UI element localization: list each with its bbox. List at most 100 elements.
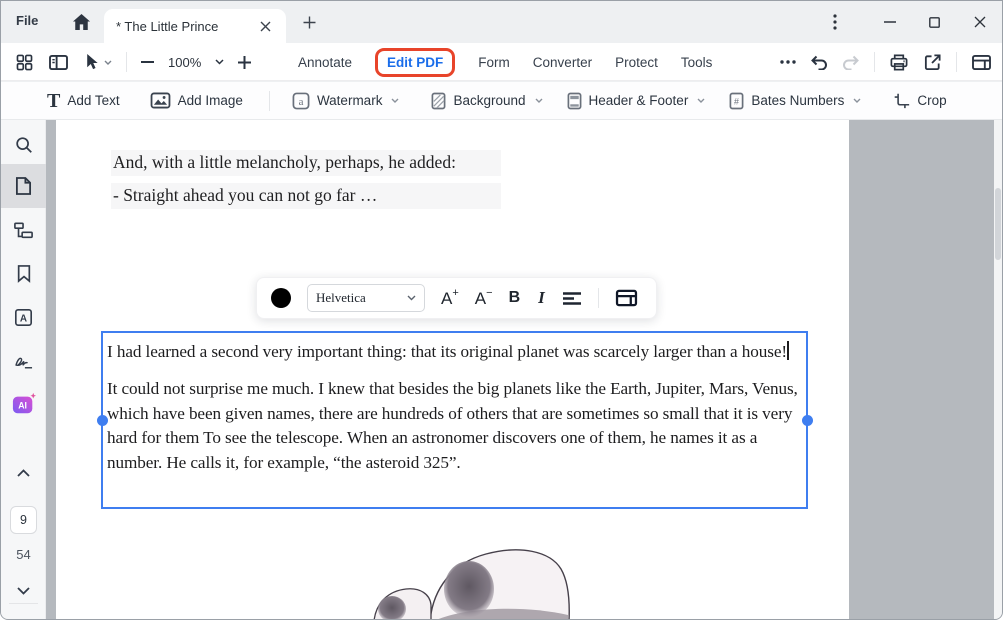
svg-text:a: a <box>299 95 304 107</box>
zoom-in-button[interactable] <box>238 56 251 69</box>
outline-tree-icon[interactable] <box>1 208 46 252</box>
divider <box>956 52 957 72</box>
scrollbar-thumb[interactable] <box>995 188 1001 260</box>
more-options-icon[interactable] <box>780 60 796 64</box>
divider <box>874 52 875 72</box>
tab-tools[interactable]: Tools <box>681 55 713 70</box>
font-family-value: Helvetica <box>316 290 366 306</box>
zoom-level[interactable]: 100% <box>168 55 201 70</box>
divider <box>126 52 127 72</box>
page-down-icon[interactable] <box>1 578 46 604</box>
background-caret-icon <box>535 98 543 103</box>
tab-converter[interactable]: Converter <box>533 55 592 70</box>
zoom-dropdown-icon[interactable] <box>215 59 224 65</box>
watermark-caret-icon <box>391 98 399 103</box>
tab-close-icon[interactable] <box>256 17 274 35</box>
titlebar: File * The Little Prince <box>1 1 1002 43</box>
divider <box>598 288 599 308</box>
watermark-button[interactable]: a Watermark <box>292 92 400 110</box>
pdf-editor-window: File * The Little Prince <box>0 0 1003 620</box>
font-select-caret-icon <box>407 295 416 301</box>
titlebar-menu-icon[interactable] <box>815 1 855 43</box>
new-tab-button[interactable] <box>298 11 320 33</box>
edit-toolbar: T Add Text Add Image a Watermark Backgro… <box>1 82 1002 120</box>
increase-font-size-button[interactable]: A+ <box>441 290 459 307</box>
add-image-icon <box>150 92 171 109</box>
ribbon-tabs: Annotate Edit PDF Form Converter Protect… <box>298 43 712 81</box>
pdf-page[interactable]: And, with a little melancholy, perhaps, … <box>56 120 849 620</box>
svg-text:#: # <box>734 96 739 106</box>
add-text-button[interactable]: T Add Text <box>47 91 120 111</box>
decrease-font-size-button[interactable]: A− <box>475 290 493 307</box>
divider <box>269 91 270 111</box>
maximize-button[interactable] <box>912 1 957 43</box>
layout-panel-icon[interactable] <box>971 54 992 71</box>
vertical-scrollbar[interactable] <box>994 120 1002 620</box>
select-tool-caret-icon <box>104 60 112 65</box>
tab-edit-pdf[interactable]: Edit PDF <box>375 48 455 77</box>
bates-numbers-caret-icon <box>853 98 861 103</box>
text-properties-button[interactable] <box>615 289 638 307</box>
page-illustration[interactable] <box>334 541 580 620</box>
svg-text:A: A <box>20 313 27 324</box>
total-pages-label: 54 <box>1 547 46 562</box>
align-text-button[interactable] <box>563 292 582 305</box>
background-icon <box>431 92 446 110</box>
select-tool-button[interactable] <box>83 53 112 71</box>
add-image-button[interactable]: Add Image <box>150 92 243 109</box>
search-icon[interactable] <box>1 123 46 167</box>
page-thumbnails-icon[interactable] <box>1 164 46 208</box>
signature-icon[interactable] <box>1 339 46 383</box>
header-footer-button[interactable]: Header & Footer <box>567 92 706 110</box>
home-icon <box>72 13 91 31</box>
bates-numbers-button[interactable]: # Bates Numbers <box>729 92 861 110</box>
file-menu[interactable]: File <box>16 13 38 28</box>
selected-text-block[interactable]: I had learned a second very important th… <box>101 331 808 509</box>
close-button[interactable] <box>957 1 1002 43</box>
add-text-icon: T <box>47 91 60 111</box>
tab-form[interactable]: Form <box>478 55 510 70</box>
annotation-list-icon[interactable]: A <box>1 295 46 339</box>
current-page-input[interactable]: 9 <box>10 506 37 534</box>
left-sidebar: A AI 9 54 <box>1 120 46 620</box>
text-format-toolbar: Helvetica A+ A− B I <box>256 277 657 319</box>
redo-button[interactable] <box>842 54 860 70</box>
textbox-paragraph: I had learned a second very important th… <box>107 342 787 361</box>
font-color-swatch[interactable] <box>271 288 291 308</box>
resize-handle-right[interactable] <box>802 415 813 426</box>
svg-text:AI: AI <box>18 401 27 411</box>
bates-numbers-icon: # <box>729 92 744 110</box>
grid-view-icon[interactable] <box>15 53 34 72</box>
crop-button[interactable]: Crop <box>893 92 946 109</box>
resize-handle-left[interactable] <box>97 415 108 426</box>
bold-button[interactable]: B <box>509 289 521 307</box>
watermark-icon: a <box>292 92 310 110</box>
window-controls <box>815 1 1002 43</box>
divider <box>9 603 38 604</box>
italic-button[interactable]: I <box>536 288 547 308</box>
textbox-paragraph: It could not surprise me much. I knew th… <box>107 379 798 471</box>
undo-button[interactable] <box>810 54 828 70</box>
document-tab[interactable]: * The Little Prince <box>104 9 286 43</box>
print-icon[interactable] <box>889 53 909 72</box>
text-cursor <box>787 341 789 360</box>
ai-assistant-icon[interactable]: AI <box>1 382 46 426</box>
workspace: A AI 9 54 <box>1 120 1002 620</box>
background-button[interactable]: Background <box>431 92 542 110</box>
sidebar-panel-icon[interactable] <box>48 54 69 71</box>
share-icon[interactable] <box>923 53 942 72</box>
header-footer-icon <box>567 92 582 110</box>
tab-protect[interactable]: Protect <box>615 55 658 70</box>
font-family-select[interactable]: Helvetica <box>307 284 425 312</box>
document-text-line[interactable]: - Straight ahead you can not go far … <box>111 183 501 209</box>
crop-icon <box>893 92 910 109</box>
home-button[interactable] <box>69 11 93 33</box>
tab-annotate[interactable]: Annotate <box>298 55 352 70</box>
minimize-button[interactable] <box>867 1 912 43</box>
document-text-line[interactable]: And, with a little melancholy, perhaps, … <box>111 150 501 176</box>
page-up-icon[interactable] <box>1 460 46 486</box>
header-footer-caret-icon <box>697 98 705 103</box>
main-toolbar: 100% Annotate Edit PDF Form Converter Pr… <box>1 43 1002 81</box>
bookmark-icon[interactable] <box>1 251 46 295</box>
zoom-out-button[interactable] <box>141 61 154 63</box>
